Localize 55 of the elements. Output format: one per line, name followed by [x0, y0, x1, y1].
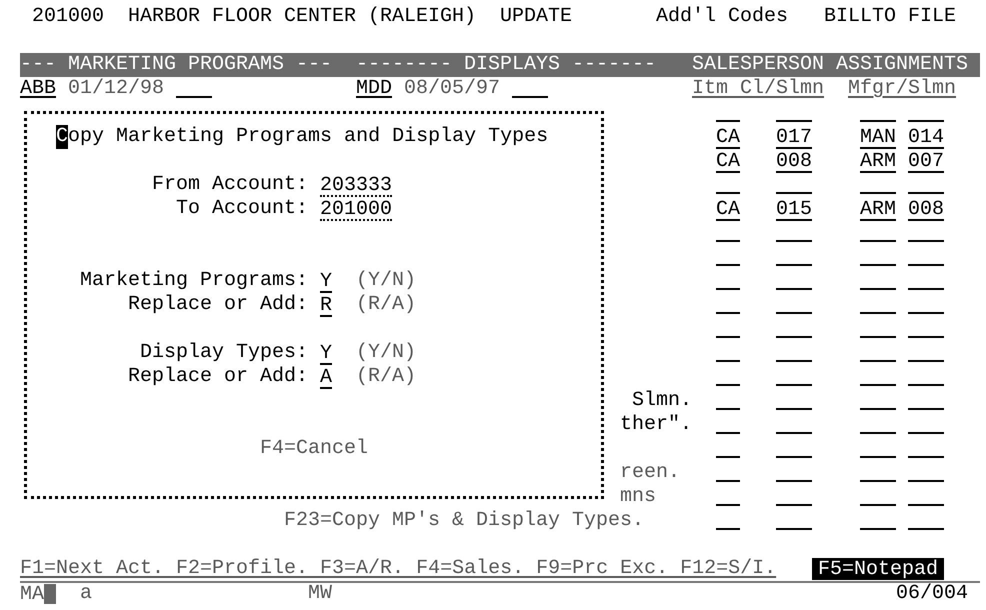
- field-hint: (R/A): [356, 365, 416, 389]
- field-label: Replace or Add:: [128, 365, 308, 389]
- field-label: Marketing Programs:: [80, 269, 308, 293]
- assignment-field[interactable]: 017: [776, 126, 812, 148]
- assignment-field[interactable]: CA: [716, 150, 740, 172]
- notepad-key[interactable]: F5=Notepad: [812, 558, 944, 580]
- field-hint: (Y/N): [356, 269, 416, 293]
- background-text: ther".: [620, 413, 692, 437]
- session-indicator: MA: [20, 583, 44, 607]
- section-heading: --- MARKETING PROGRAMS ---: [20, 53, 332, 77]
- background-text: reen.: [620, 461, 680, 485]
- assignment-field[interactable]: 007: [908, 150, 944, 172]
- field-label: From Account:: [152, 173, 308, 197]
- choice-field[interactable]: Y: [320, 270, 332, 292]
- assignment-field[interactable]: ARM: [860, 150, 896, 172]
- command-key-hint: F23=Copy MP's & Display Types.: [284, 509, 644, 533]
- column-heading: Mfgr/Slmn: [848, 77, 956, 101]
- file-label: BILLTO FILE: [824, 5, 956, 29]
- account-number: 201000: [32, 5, 104, 29]
- field-label: Replace or Add:: [128, 293, 308, 317]
- choice-field[interactable]: R: [320, 294, 332, 316]
- customer-name: HARBOR FLOOR CENTER (RALEIGH): [128, 5, 476, 29]
- cancel-key-hint: F4=Cancel: [260, 437, 368, 461]
- assignment-field[interactable]: ARM: [860, 198, 896, 220]
- input-mode-indicator: a: [80, 582, 92, 606]
- assignment-field[interactable]: 015: [776, 198, 812, 220]
- account-field[interactable]: 201000: [320, 198, 392, 220]
- field-label: Display Types:: [140, 341, 308, 365]
- status-indicator: MW: [308, 582, 332, 606]
- assignment-field[interactable]: MAN: [860, 126, 896, 148]
- account-field[interactable]: 203333: [320, 174, 392, 196]
- background-text: Slmn.: [632, 389, 692, 413]
- assignment-field[interactable]: 008: [776, 150, 812, 172]
- assignment-field[interactable]: 014: [908, 126, 944, 148]
- assignment-field[interactable]: CA: [716, 198, 740, 220]
- field-hint: (Y/N): [356, 341, 416, 365]
- assignment-field[interactable]: CA: [716, 126, 740, 148]
- program-date: 01/12/98: [68, 77, 164, 101]
- field-hint: (R/A): [356, 293, 416, 317]
- mode-label: UPDATE: [500, 5, 572, 29]
- assignment-field[interactable]: 008: [908, 198, 944, 220]
- program-code: ABB: [20, 77, 56, 101]
- section-heading: -------- DISPLAYS -------: [356, 53, 656, 77]
- section-heading: SALESPERSON ASSIGNMENTS: [692, 53, 968, 77]
- cursor-block: [44, 584, 56, 604]
- choice-field[interactable]: A: [320, 366, 332, 388]
- choice-field[interactable]: Y: [320, 342, 332, 364]
- function-key-hints: F1=Next Act. F2=Profile. F3=A/R. F4=Sales. F9=Prc Exc. F12=S/I.: [20, 557, 778, 581]
- program-code: MDD: [356, 77, 392, 101]
- screen-section-label: Add'l Codes: [656, 5, 788, 29]
- background-text: mns: [620, 485, 656, 509]
- column-heading: Itm Cl/Slmn: [692, 77, 824, 101]
- program-date: 08/05/97: [404, 77, 500, 101]
- field-label: To Account:: [176, 197, 308, 221]
- cursor-position: 06/004: [896, 582, 968, 606]
